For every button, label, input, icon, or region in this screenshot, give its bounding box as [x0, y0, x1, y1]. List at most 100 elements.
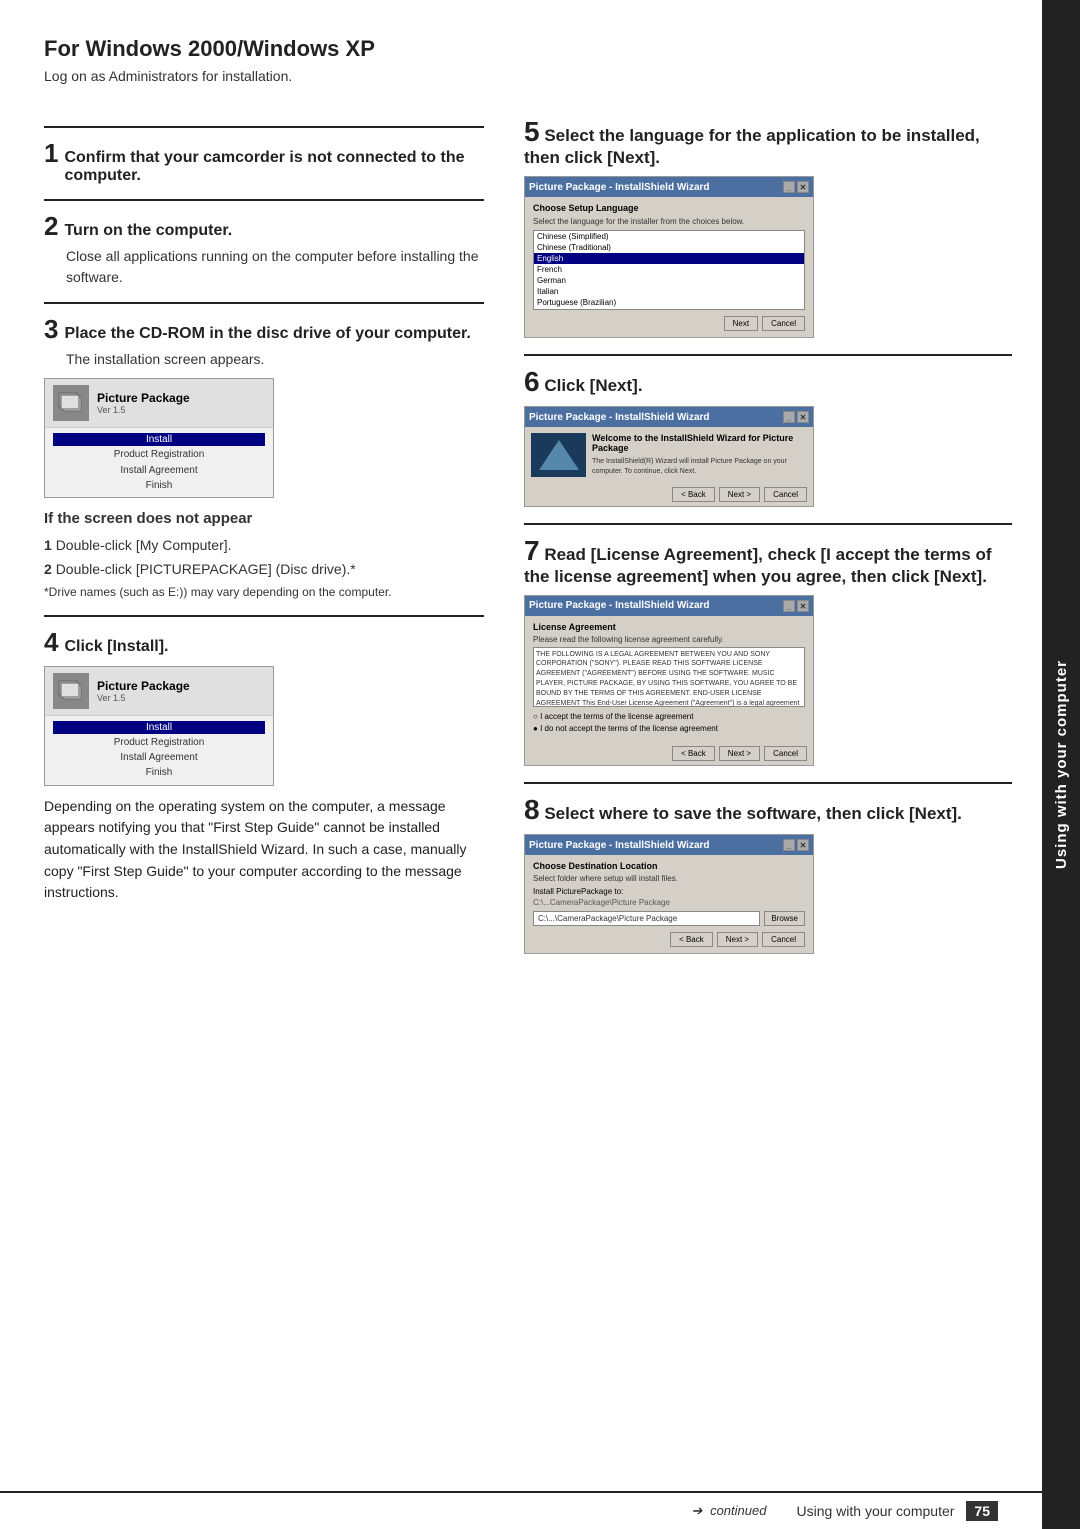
- step-2: 2 Turn on the computer. Close all applic…: [44, 199, 484, 288]
- pp-menu-install-4: Install: [53, 721, 265, 734]
- step-2-heading: Turn on the computer.: [64, 222, 232, 240]
- step-6-heading: Click [Next].: [544, 376, 642, 395]
- if-screen-note: *Drive names (such as E:)) may vary depe…: [44, 583, 484, 601]
- pp-menu-registration: Product Registration: [53, 448, 265, 461]
- lang-cancel-btn[interactable]: Cancel: [762, 316, 805, 331]
- license-sublabel: Please read the following license agreem…: [533, 635, 805, 644]
- lang-item-italian: Italian: [534, 286, 804, 297]
- license-text-area: THE FOLLOWING IS A LEGAL AGREEMENT BETWE…: [533, 647, 805, 707]
- dest-field: C:\...\CameraPackage\Picture Package: [533, 911, 760, 926]
- footer-page-label: Using with your computer: [796, 1503, 954, 1519]
- step-5-num: 5: [524, 116, 540, 147]
- license-next-btn[interactable]: Next >: [719, 746, 760, 761]
- dest-screenshot: Picture Package - InstallShield Wizard _…: [524, 834, 814, 954]
- dest-install-label: Install PicturePackage to:: [533, 887, 805, 896]
- license-back-btn[interactable]: < Back: [672, 746, 715, 761]
- lang-screenshot: Picture Package - InstallShield Wizard _…: [524, 176, 814, 338]
- pp-subtitle-4: Ver 1.5: [97, 693, 190, 703]
- step-3-heading: Place the CD-ROM in the disc drive of yo…: [64, 325, 470, 343]
- footer-continued: ➔ continued: [692, 1503, 767, 1519]
- lang-item-spanish: Spanish: [534, 308, 804, 310]
- if-screen-sub2-text: Double-click [PICTUREPACKAGE] (Disc driv…: [56, 561, 356, 577]
- dest-browse-btn[interactable]: Browse: [764, 911, 805, 926]
- if-screen-heading: If the screen does not appear: [44, 508, 484, 531]
- if-screen-sub2-num: 2: [44, 561, 52, 577]
- subtitle: Log on as Administrators for installatio…: [44, 68, 1012, 84]
- lang-item-chinese-t: Chinese (Traditional): [534, 242, 804, 253]
- wizard-title: Picture Package - InstallShield Wizard: [529, 412, 710, 423]
- page-title: For Windows 2000/Windows XP: [44, 36, 1012, 62]
- pp-subtitle: Ver 1.5: [97, 405, 190, 415]
- step-1-num: 1: [44, 138, 58, 169]
- lang-next-btn[interactable]: Next: [724, 316, 758, 331]
- license-radio-decline: ● I do not accept the terms of the licen…: [533, 723, 805, 736]
- step-2-num: 2: [44, 211, 58, 242]
- sidebar-tab-label: Using with your computer: [1053, 660, 1070, 869]
- pp-icon: [53, 385, 89, 421]
- step-7: 7 Read [License Agreement], check [I acc…: [524, 523, 1012, 767]
- lang-list: Chinese (Simplified) Chinese (Traditiona…: [533, 230, 805, 310]
- wizard-back-btn[interactable]: < Back: [672, 487, 715, 502]
- lang-sublabel: Select the language for the installer fr…: [533, 217, 805, 226]
- wizard-next-btn[interactable]: Next >: [719, 487, 760, 502]
- license-cancel-btn[interactable]: Cancel: [764, 746, 807, 761]
- if-screen-sub1: 1 Double-click [My Computer].: [44, 535, 484, 556]
- step-1: 1 Confirm that your camcorder is not con…: [44, 126, 484, 185]
- wizard-minimize-btn: _: [783, 411, 795, 423]
- license-screenshot: Picture Package - InstallShield Wizard _…: [524, 595, 814, 767]
- wizard-screenshot: Picture Package - InstallShield Wizard _…: [524, 406, 814, 507]
- license-title: Picture Package - InstallShield Wizard: [529, 600, 710, 611]
- dest-next-btn[interactable]: Next >: [717, 932, 758, 947]
- pp-title-4: Picture Package: [97, 679, 190, 693]
- step-4-paragraph: Depending on the operating system on the…: [44, 796, 484, 904]
- lang-title: Picture Package - InstallShield Wizard: [529, 182, 710, 193]
- step-3-body: The installation screen appears.: [66, 349, 484, 370]
- footer: ➔ continued Using with your computer 75: [0, 1491, 1042, 1529]
- if-screen-sub2: 2 Double-click [PICTUREPACKAGE] (Disc dr…: [44, 559, 484, 580]
- step-4-heading: Click [Install].: [64, 638, 168, 656]
- if-screen-sub1-num: 1: [44, 537, 52, 553]
- lang-minimize-btn: _: [783, 181, 795, 193]
- step-4: 4 Click [Install].: [44, 615, 484, 904]
- lang-item-german: German: [534, 275, 804, 286]
- wizard-right-panel: Welcome to the InstallShield Wizard for …: [592, 433, 807, 477]
- pp-menu-agreement: Install Agreement: [53, 464, 265, 477]
- dest-install-sublabel: C:\...CameraPackage\Picture Package: [533, 898, 805, 907]
- step-8: 8 Select where to save the software, the…: [524, 782, 1012, 954]
- license-close-btn: ✕: [797, 600, 809, 612]
- step-8-num: 8: [524, 794, 540, 825]
- lang-item-chinese-s: Chinese (Simplified): [534, 231, 804, 242]
- dest-back-btn[interactable]: < Back: [670, 932, 713, 947]
- wizard-cancel-btn[interactable]: Cancel: [764, 487, 807, 502]
- step-1-heading: Confirm that your camcorder is not conne…: [64, 149, 484, 185]
- license-radio-accept: ○ I accept the terms of the license agre…: [533, 711, 805, 724]
- lang-item-english: English: [534, 253, 804, 264]
- if-screen-sub1-text: Double-click [My Computer].: [56, 537, 232, 553]
- lang-close-btn: ✕: [797, 181, 809, 193]
- wizard-logo: [539, 440, 579, 470]
- dest-cancel-btn[interactable]: Cancel: [762, 932, 805, 947]
- dest-close-btn: ✕: [797, 839, 809, 851]
- step-6-num: 6: [524, 366, 540, 397]
- wizard-body: The InstallShield(R) Wizard will install…: [592, 457, 807, 477]
- license-radios: ○ I accept the terms of the license agre…: [533, 711, 805, 737]
- arrow-icon: ➔: [692, 1503, 703, 1518]
- step-6: 6 Click [Next]. Picture Package - Instal…: [524, 354, 1012, 507]
- step-5-heading: Select the language for the application …: [524, 126, 980, 167]
- wizard-left-panel: [531, 433, 586, 477]
- if-screen-section: If the screen does not appear 1 Double-c…: [44, 508, 484, 601]
- lang-item-french: French: [534, 264, 804, 275]
- step-4-num: 4: [44, 627, 58, 658]
- pp-screenshot-step3: Picture Package Ver 1.5 Install Product …: [44, 378, 274, 498]
- step-8-heading: Select where to save the software, then …: [544, 804, 962, 823]
- sidebar-tab: Using with your computer: [1042, 0, 1080, 1529]
- step-3-num: 3: [44, 314, 58, 345]
- dest-minimize-btn: _: [783, 839, 795, 851]
- dest-sublabel: Select folder where setup will install f…: [533, 874, 805, 883]
- step-3: 3 Place the CD-ROM in the disc drive of …: [44, 302, 484, 601]
- step-2-body: Close all applications running on the co…: [66, 246, 484, 288]
- wizard-heading: Welcome to the InstallShield Wizard for …: [592, 433, 807, 453]
- step-7-heading: Read [License Agreement], check [I accep…: [524, 545, 992, 586]
- license-heading: License Agreement: [533, 622, 805, 632]
- pp-menu-finish: Finish: [53, 479, 265, 492]
